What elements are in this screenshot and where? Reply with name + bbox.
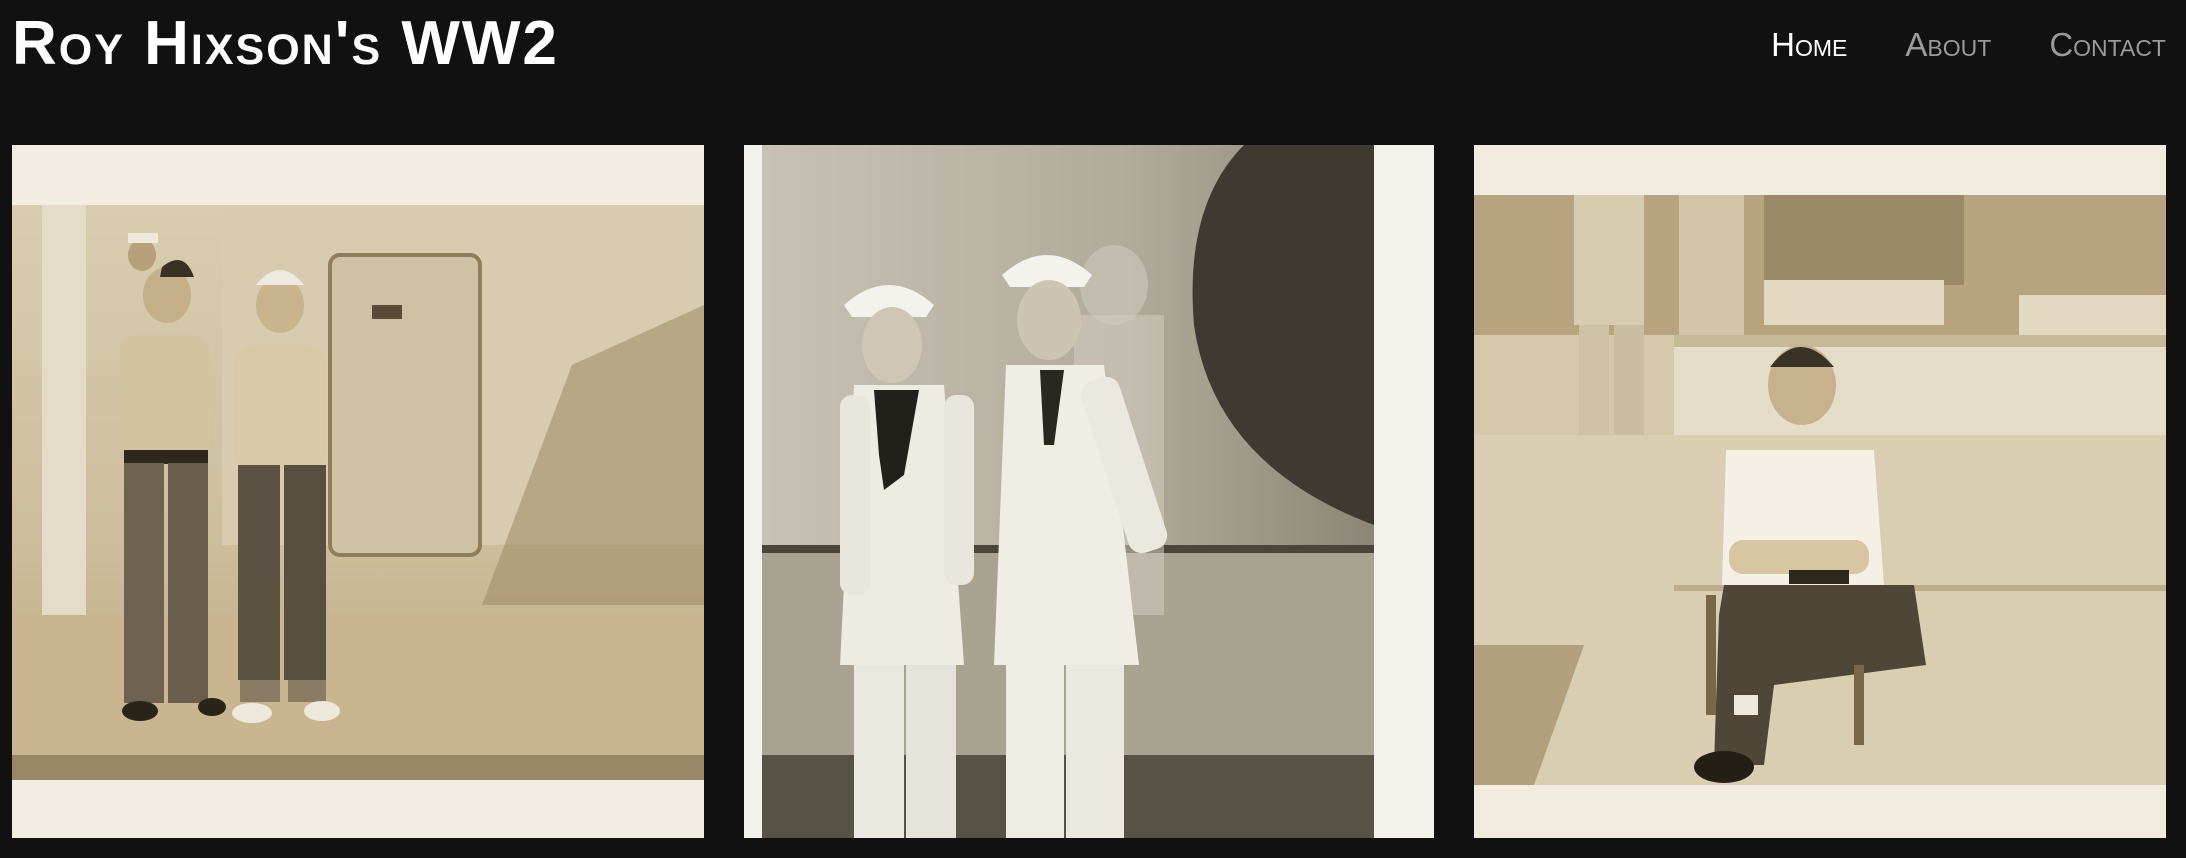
site-title[interactable]: Roy Hixson's WW2 <box>12 6 559 82</box>
nav-about-link[interactable]: About <box>1905 24 1991 66</box>
site-header: Roy Hixson's WW2 Home About Contact <box>0 0 2186 100</box>
main-nav: Home About Contact <box>1713 24 2166 66</box>
gallery-photo-3[interactable] <box>1474 145 2166 838</box>
nav-home-link[interactable]: Home <box>1771 24 1847 66</box>
sailor-seated-photo <box>1474 145 2166 838</box>
gallery-photo-1[interactable] <box>12 145 704 838</box>
sailors-deck-photo <box>12 145 704 838</box>
sailors-uniform-photo <box>744 145 1434 838</box>
gallery-photo-2[interactable] <box>744 145 1434 838</box>
photo-gallery <box>12 145 2166 838</box>
nav-contact-link[interactable]: Contact <box>2049 24 2166 66</box>
